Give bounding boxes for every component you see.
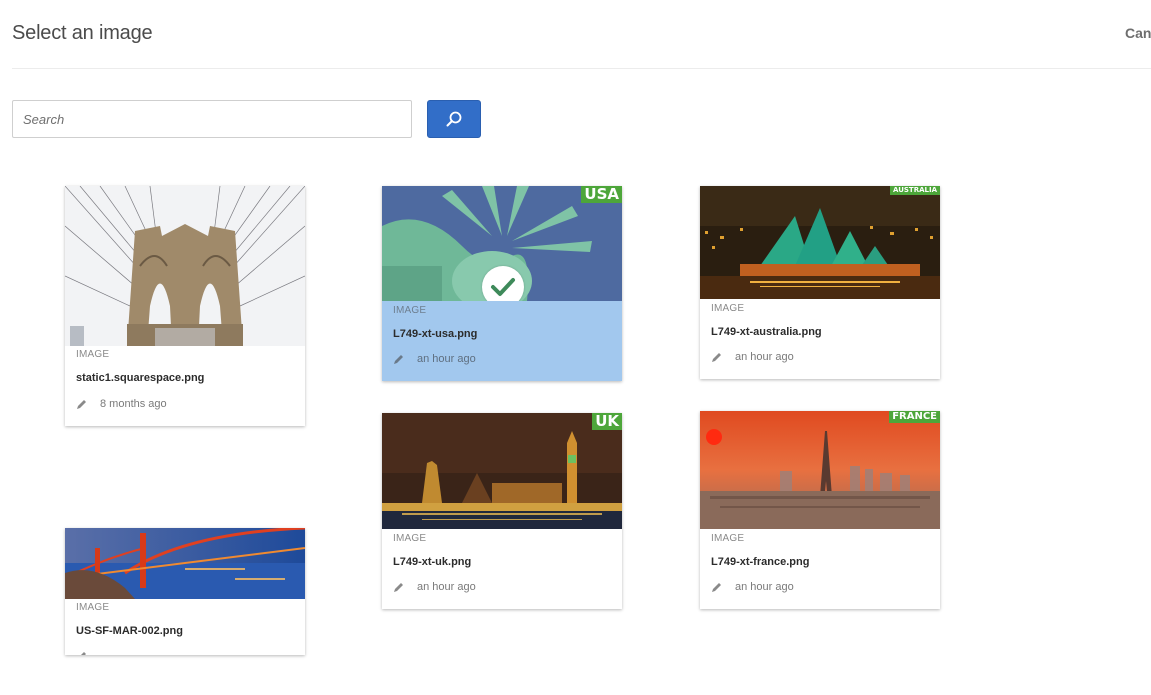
asset-modified: an hour ago [711, 581, 929, 593]
asset-thumbnail: FRANCE [700, 411, 940, 529]
asset-modified-text: an hour ago [735, 351, 794, 363]
country-tag: FRANCE [889, 411, 940, 423]
asset-modified [76, 650, 294, 655]
asset-thumbnail [65, 186, 305, 346]
asset-filename: static1.squarespace.png [76, 372, 205, 384]
asset-meta: IMAGE L749-xt-france.png an hour ago [700, 529, 940, 593]
asset-filename: L749-xt-australia.png [711, 326, 822, 338]
page-title: Select an image [12, 22, 153, 44]
asset-modified-text: an hour ago [735, 581, 794, 593]
asset-type: IMAGE [76, 349, 110, 360]
asset-thumbnail: AUSTRALIA [700, 186, 940, 299]
asset-filename: L749-xt-france.png [711, 556, 810, 568]
header-divider [12, 68, 1151, 69]
pencil-icon [81, 652, 86, 655]
asset-type: IMAGE [393, 305, 427, 316]
dialog-header: Select an image Cancel [0, 0, 1151, 70]
cancel-button[interactable]: Cancel [1125, 25, 1151, 41]
asset-filename: L749-xt-usa.png [393, 328, 478, 340]
asset-meta: IMAGE L749-xt-usa.png an hour ago [382, 301, 622, 365]
asset-type: IMAGE [711, 533, 745, 544]
search-button[interactable] [427, 100, 481, 138]
asset-card[interactable]: AUSTRALIA IMAGE L749-xt-australia.png an… [700, 186, 940, 379]
asset-thumbnail: USA [382, 186, 622, 301]
asset-thumbnail: UK [382, 413, 622, 529]
asset-card[interactable]: IMAGE US-SF-MAR-002.png [65, 528, 305, 655]
pencil-icon [394, 355, 403, 364]
asset-modified-text: 8 months ago [100, 398, 167, 410]
asset-card[interactable]: FRANCE IMAGE L749-xt-france.png an hour … [700, 411, 940, 609]
asset-card[interactable]: UK IMAGE L749-xt-uk.png an hour ago [382, 413, 622, 609]
selected-check-icon [482, 266, 524, 301]
asset-modified-text: an hour ago [417, 353, 476, 365]
country-tag: USA [581, 186, 622, 203]
asset-filename: L749-xt-uk.png [393, 556, 472, 568]
asset-card[interactable]: IMAGE static1.squarespace.png 8 months a… [65, 186, 305, 426]
asset-modified: 8 months ago [76, 398, 294, 410]
asset-modified: an hour ago [393, 353, 611, 365]
asset-meta: IMAGE L749-xt-australia.png an hour ago [700, 299, 940, 363]
country-tag: AUSTRALIA [890, 186, 940, 195]
pencil-icon [77, 400, 86, 409]
search-input[interactable] [12, 100, 412, 138]
asset-meta: IMAGE static1.squarespace.png 8 months a… [65, 346, 305, 410]
pencil-icon [394, 583, 403, 592]
asset-type: IMAGE [711, 303, 745, 314]
asset-modified-text: an hour ago [417, 581, 476, 593]
asset-meta: IMAGE US-SF-MAR-002.png [65, 599, 305, 655]
country-tag: UK [592, 413, 622, 430]
asset-modified: an hour ago [711, 351, 929, 363]
asset-thumbnail [65, 528, 305, 599]
asset-meta: IMAGE L749-xt-uk.png an hour ago [382, 529, 622, 593]
pencil-icon [712, 353, 721, 362]
asset-type: IMAGE [393, 533, 427, 544]
asset-card-selected[interactable]: USA IMAGE L749-xt-usa.png an hour ago [382, 186, 622, 381]
pencil-icon [712, 583, 721, 592]
asset-type: IMAGE [76, 602, 110, 613]
asset-filename: US-SF-MAR-002.png [76, 625, 183, 637]
asset-modified: an hour ago [393, 581, 611, 593]
search-icon [446, 111, 462, 127]
